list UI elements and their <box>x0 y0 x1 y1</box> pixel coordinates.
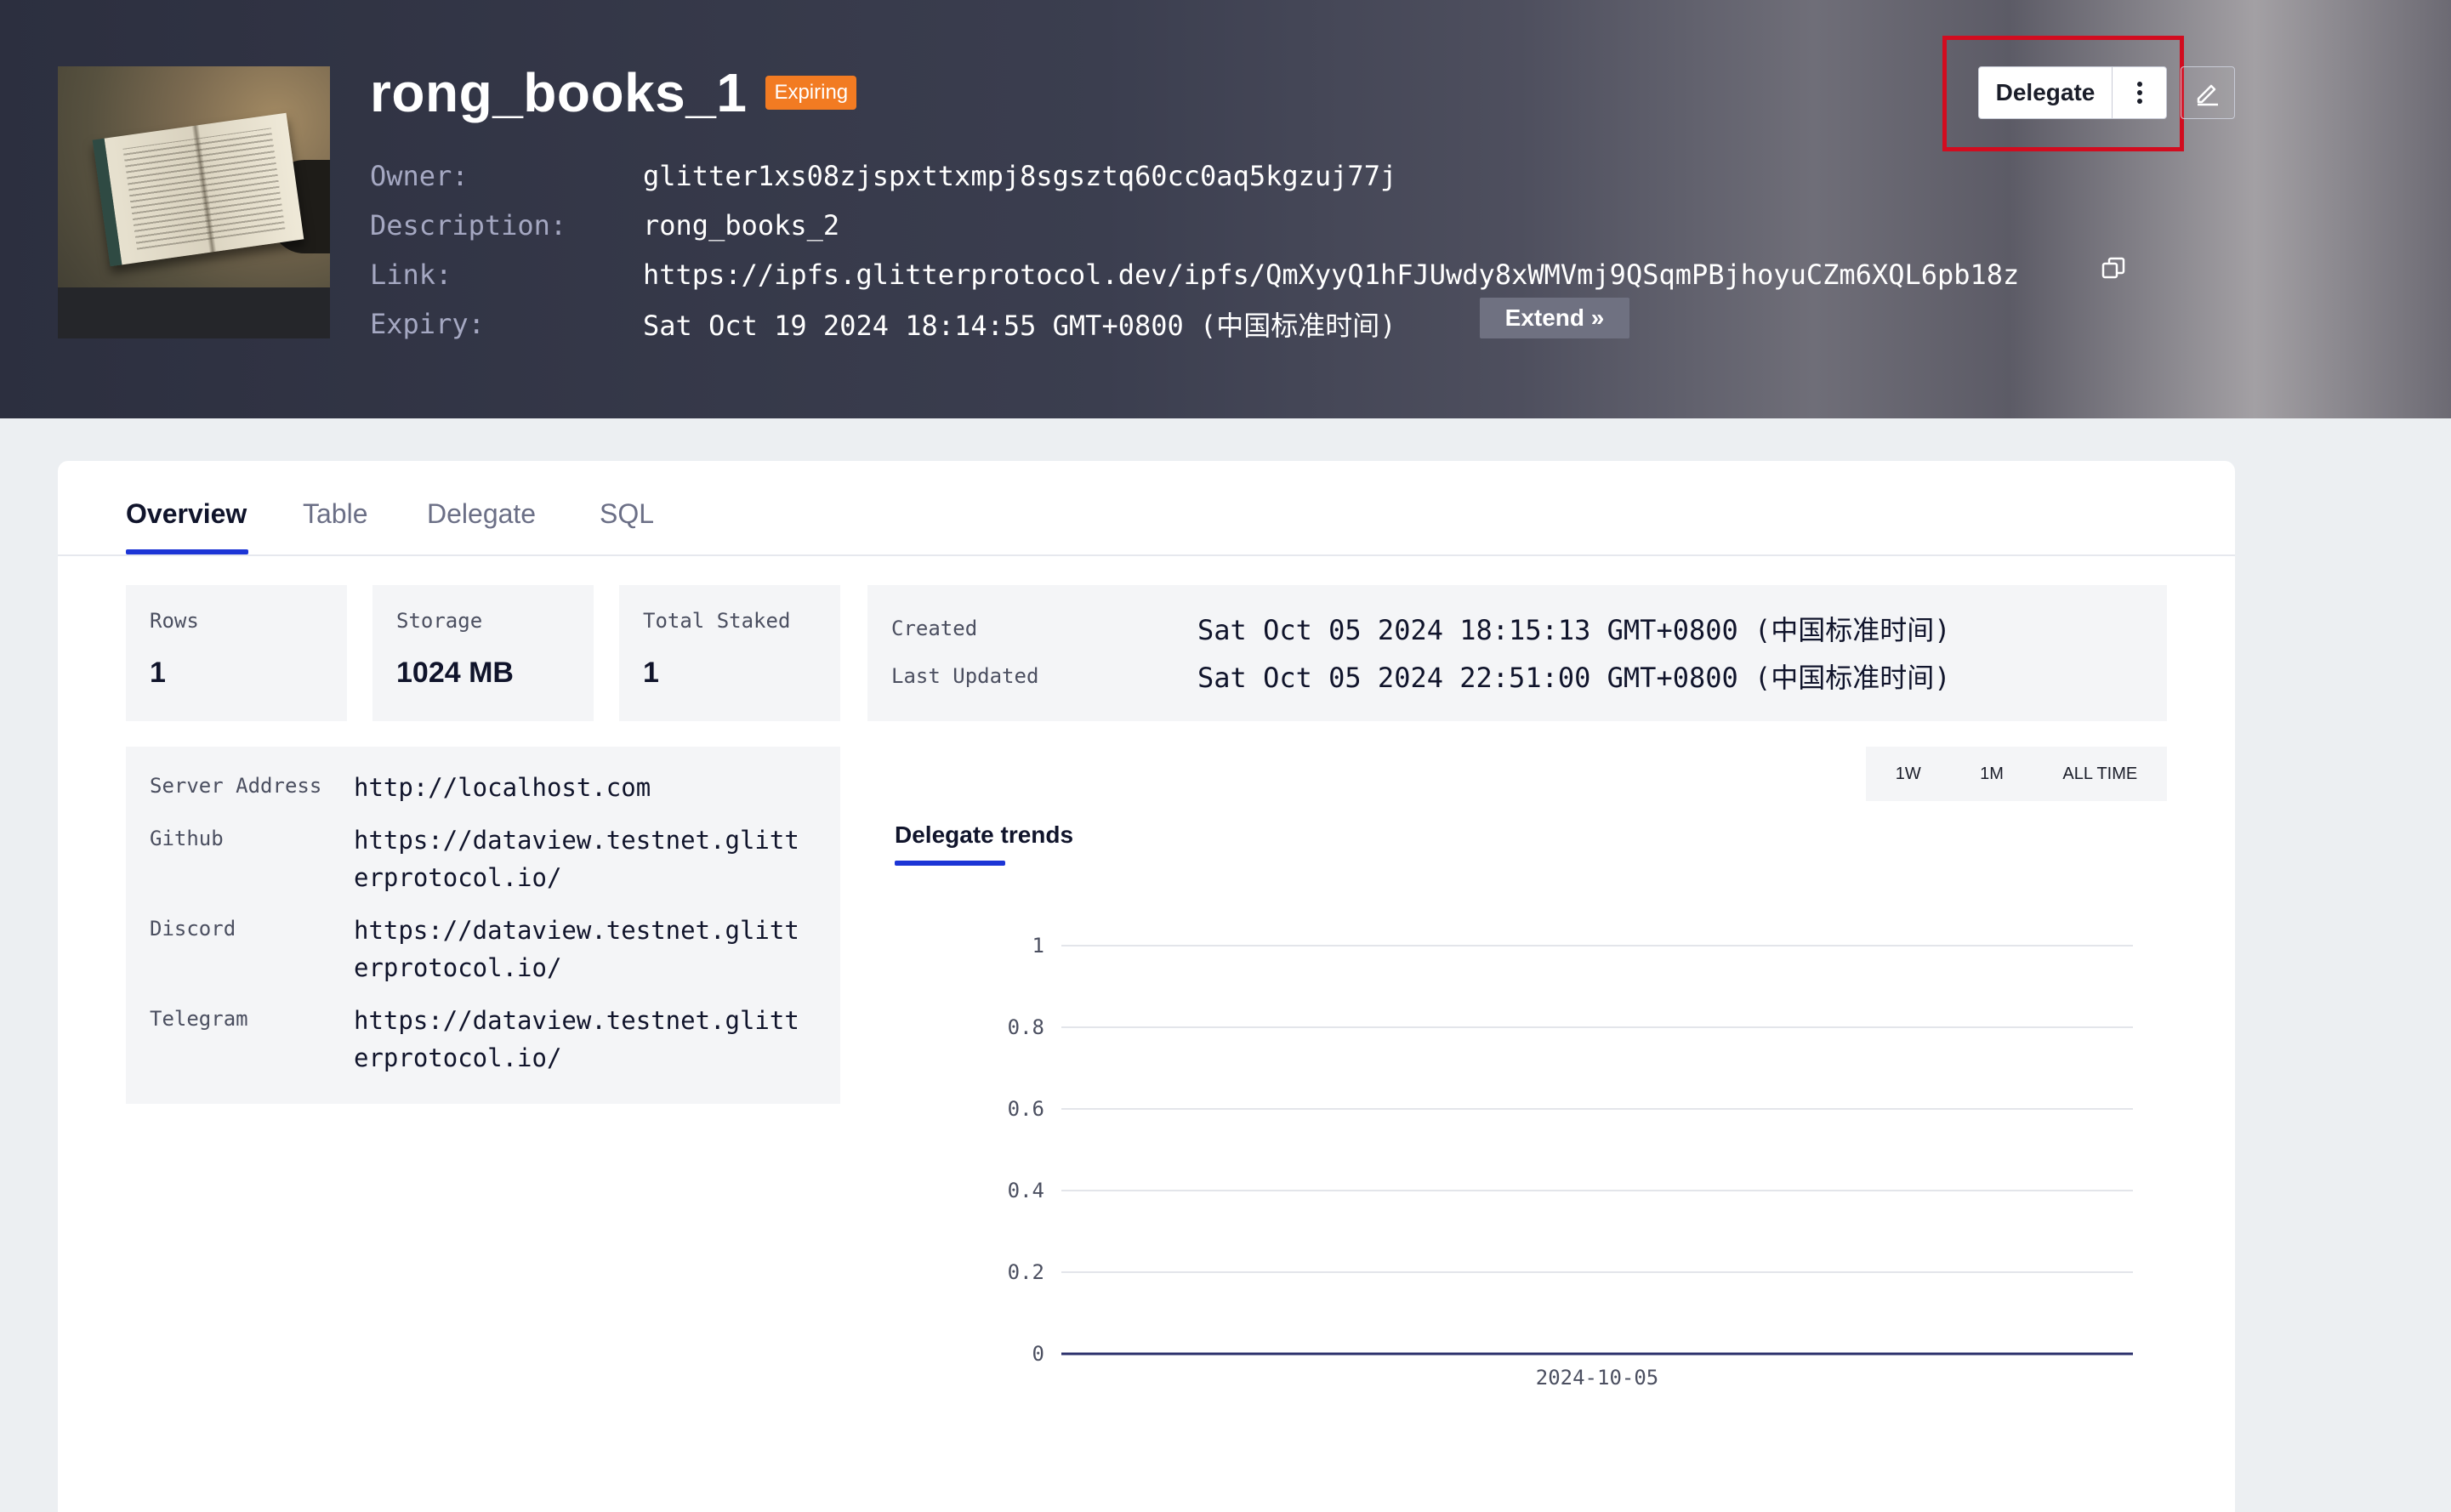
created-label: Created <box>891 617 978 640</box>
stat-label: Rows <box>150 609 199 633</box>
github-link[interactable]: https://dataview.testnet.glitterprotocol… <box>354 821 813 896</box>
github-label: Github <box>150 827 224 850</box>
stat-value: 1 <box>643 657 659 689</box>
y-tick-label: 0 <box>1032 1342 1044 1366</box>
stat-storage: Storage 1024 MB <box>372 585 594 721</box>
active-tab-indicator <box>126 549 248 554</box>
delegate-button[interactable]: Delegate <box>1979 67 2112 118</box>
expiry-label: Expiry: <box>370 308 485 340</box>
y-tick-label: 1 <box>1032 937 1044 958</box>
x-tick-label: 2024-10-05 <box>1536 1366 1659 1390</box>
meta-list: Owner: glitter1xs08zjspxttxmpj8sgsztq60c… <box>370 151 2019 349</box>
last-updated-value: Sat Oct 05 2024 22:51:00 GMT+0800 (中国标准时… <box>1197 662 1951 694</box>
telegram-link[interactable]: https://dataview.testnet.glitterprotocol… <box>354 1002 813 1077</box>
owner-label: Owner: <box>370 160 469 192</box>
tab-sql[interactable]: SQL <box>600 498 654 530</box>
y-tick-label: 0.4 <box>1008 1179 1044 1202</box>
status-badge: Expiring <box>765 76 857 110</box>
owner-value: glitter1xs08zjspxttxmpj8sgsztq60cc0aq5kg… <box>643 160 1397 192</box>
last-updated-label: Last Updated <box>891 664 1039 688</box>
stat-value: 1024 MB <box>396 657 514 689</box>
range-all-time-button[interactable]: ALL TIME <box>2056 765 2144 784</box>
discord-link[interactable]: https://dataview.testnet.glitterprotocol… <box>354 912 813 986</box>
stat-value: 1 <box>150 657 166 689</box>
extend-button[interactable]: Extend » <box>1480 298 1629 338</box>
stat-label: Total Staked <box>643 609 791 633</box>
copy-icon[interactable] <box>2101 256 2126 281</box>
tab-delegate-trends[interactable]: Delegate trends <box>895 821 1073 849</box>
time-range-selector: 1W 1M ALL TIME <box>1866 747 2167 801</box>
active-chart-tab-indicator <box>895 861 1005 866</box>
page-title: rong_books_1 <box>370 62 748 123</box>
cover-image <box>58 66 330 338</box>
y-tick-label: 0.6 <box>1008 1097 1044 1121</box>
list-item: Discord https://dataview.testnet.glitter… <box>150 912 816 986</box>
links-panel: Server Address http://localhost.com Gith… <box>126 747 840 1104</box>
range-1m-button[interactable]: 1M <box>1973 765 2010 784</box>
stat-label: Storage <box>396 609 483 633</box>
y-tick-label: 0.8 <box>1008 1015 1044 1039</box>
y-tick-label: 0.2 <box>1008 1260 1044 1284</box>
description-value: rong_books_2 <box>643 209 840 242</box>
link-value[interactable]: https://ipfs.glitterprotocol.dev/ipfs/Qm… <box>643 259 2019 291</box>
link-label: Link: <box>370 259 452 291</box>
delegate-button-group: Delegate <box>1978 66 2167 119</box>
tab-table[interactable]: Table <box>303 498 368 530</box>
more-options-icon[interactable] <box>2112 67 2166 118</box>
list-item: Github https://dataview.testnet.glitterp… <box>150 821 816 896</box>
discord-label: Discord <box>150 917 236 941</box>
description-label: Description: <box>370 209 567 242</box>
header-banner: rong_books_1 Expiring Owner: glitter1xs0… <box>0 0 2451 418</box>
created-value: Sat Oct 05 2024 18:15:13 GMT+0800 (中国标准时… <box>1197 614 1951 646</box>
delegate-trends-chart: 0 0.2 0.4 0.6 0.8 1 2024-10-05 <box>1008 937 2133 1390</box>
tab-delegate[interactable]: Delegate <box>427 498 536 530</box>
stat-rows: Rows 1 <box>126 585 347 721</box>
range-1w-button[interactable]: 1W <box>1889 765 1928 784</box>
tab-bar: Overview Table Delegate SQL <box>58 461 2235 556</box>
overview-card: Overview Table Delegate SQL Rows 1 Stora… <box>58 461 2235 1512</box>
edit-icon[interactable] <box>2181 66 2235 119</box>
list-item: Telegram https://dataview.testnet.glitte… <box>150 1002 816 1077</box>
stat-total-staked: Total Staked 1 <box>619 585 840 721</box>
server-address-label: Server Address <box>150 774 322 798</box>
tab-overview[interactable]: Overview <box>126 498 247 530</box>
list-item: Server Address http://localhost.com <box>150 769 816 806</box>
expiry-value: Sat Oct 19 2024 18:14:55 GMT+0800 (中国标准时… <box>643 310 1396 342</box>
telegram-label: Telegram <box>150 1007 248 1031</box>
server-address-value[interactable]: http://localhost.com <box>354 769 813 806</box>
dates-panel: Created Sat Oct 05 2024 18:15:13 GMT+080… <box>867 585 2167 721</box>
